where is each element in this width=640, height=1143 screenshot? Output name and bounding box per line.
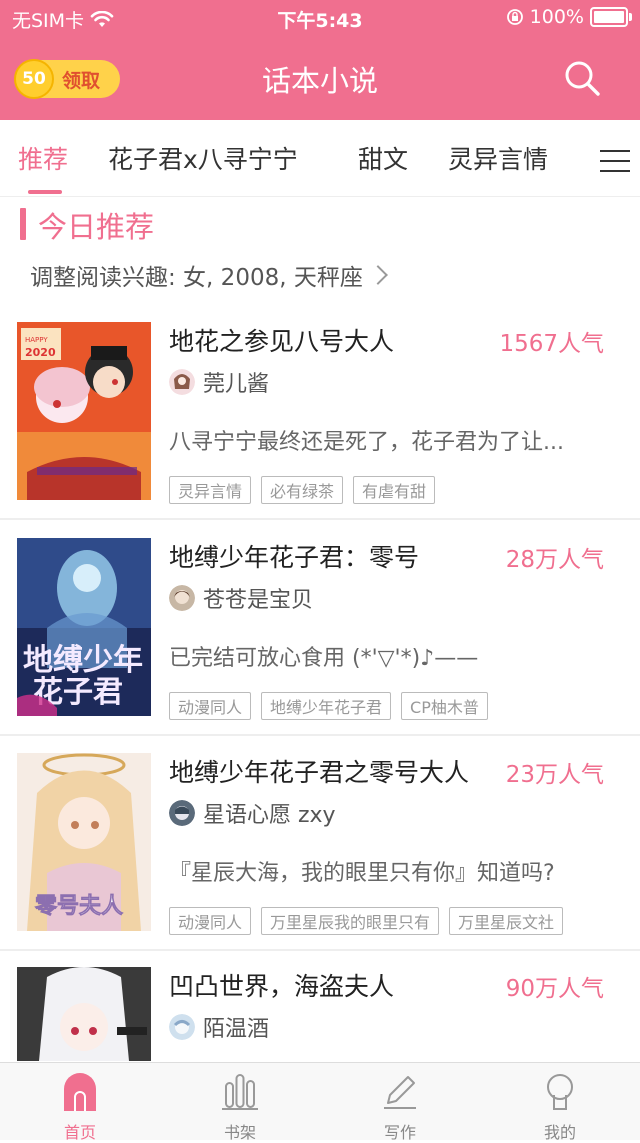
top-bar: 无SIM卡 下午5:43 100% 50 领取 话本小说 — [0, 0, 640, 120]
menu-icon[interactable] — [600, 148, 630, 174]
section-title: 今日推荐 — [38, 210, 155, 244]
nav-write[interactable]: 写作 — [350, 1071, 450, 1143]
tag[interactable]: 有虐有甜 — [353, 476, 436, 504]
author-name: 星语心愿 zxy — [203, 803, 336, 828]
divider — [0, 518, 640, 520]
tag[interactable]: 动漫同人 — [169, 692, 252, 720]
battery-percent: 100% — [529, 6, 584, 28]
tag[interactable]: 动漫同人 — [169, 907, 252, 935]
home-icon — [64, 1073, 96, 1111]
tag-list: 动漫同人 地缚少年花子君 CP柚木普 — [169, 692, 488, 720]
book-description: 已完结可放心食用 (*'▽'*)♪—— — [169, 646, 479, 671]
book-card[interactable]: 地缚少年 花子君 地缚少年花子君：零号 28万人气 苍苍是宝贝 已完结可放心食用… — [0, 538, 640, 720]
nav-label: 首页 — [63, 1123, 96, 1142]
tab-recommend[interactable]: 推荐 — [18, 140, 68, 176]
author-avatar — [169, 1014, 195, 1040]
tag[interactable]: 万里星辰文社 — [449, 907, 564, 935]
orientation-lock-icon — [506, 9, 523, 25]
popularity-count: 28万人气 — [505, 547, 604, 573]
svg-text:HAPPY: HAPPY — [25, 336, 48, 344]
author-avatar — [169, 800, 195, 826]
app-title: 话本小说 — [261, 64, 378, 98]
author-info[interactable]: 星语心愿 zxy — [169, 797, 336, 829]
popularity-count: 90万人气 — [505, 976, 604, 1002]
book-title[interactable]: 地缚少年花子君之零号大人 — [169, 753, 469, 789]
book-title[interactable]: 地花之参见八号大人 — [169, 322, 394, 358]
divider — [0, 949, 640, 951]
tag-list: 动漫同人 万里星辰我的眼里只有 万里星辰文社 — [169, 907, 564, 935]
active-tab-indicator — [28, 190, 62, 194]
book-cover[interactable]: 零号夫人 — [17, 753, 151, 931]
popularity-count: 1567人气 — [499, 331, 604, 357]
chevron-right-icon — [367, 265, 388, 285]
svg-text:地缚少年: 地缚少年 — [23, 643, 143, 678]
popularity-count: 23万人气 — [505, 762, 604, 788]
author-name: 莞儿酱 — [203, 372, 270, 397]
book-description: 八寻宁宁最终还是死了，花子君为了让... — [169, 430, 564, 455]
tab-hanako-nene[interactable]: 花子君x八寻宁宁 — [108, 140, 298, 176]
author-avatar — [169, 369, 195, 395]
book-title[interactable]: 凹凸世界，海盗夫人 — [169, 967, 394, 1003]
pen-icon — [384, 1076, 416, 1109]
tag[interactable]: 必有绿茶 — [261, 476, 344, 504]
nav-label: 我的 — [543, 1123, 576, 1142]
divider — [0, 734, 640, 736]
tag[interactable]: 灵异言情 — [169, 476, 252, 504]
category-tabs: 推荐 花子君x八寻宁宁 甜文 灵异言情 — [0, 120, 640, 197]
tag[interactable]: CP柚木普 — [401, 692, 488, 720]
nav-label: 写作 — [383, 1123, 416, 1142]
book-cover[interactable] — [17, 967, 151, 1061]
author-info[interactable]: 陌温酒 — [169, 1011, 269, 1043]
interest-label: 调整阅读兴趣: 女, 2008, 天秤座 — [30, 265, 363, 291]
tag-list: 灵异言情 必有绿茶 有虐有甜 — [169, 476, 436, 504]
tab-sweet[interactable]: 甜文 — [358, 140, 408, 176]
book-title[interactable]: 地缚少年花子君：零号 — [169, 538, 419, 574]
svg-text:2020: 2020 — [25, 346, 56, 359]
book-card[interactable]: 零号夫人 地缚少年花子君之零号大人 23万人气 星语心愿 zxy 『星辰大海，我… — [0, 753, 640, 935]
adjust-interest-link[interactable]: 调整阅读兴趣: 女, 2008, 天秤座 — [30, 258, 388, 292]
search-icon[interactable] — [562, 58, 602, 98]
author-avatar — [169, 585, 195, 611]
status-bar: 无SIM卡 下午5:43 100% — [0, 0, 640, 36]
author-info[interactable]: 莞儿酱 — [169, 366, 269, 398]
nav-label: 书架 — [223, 1123, 256, 1142]
book-cover[interactable]: HAPPY 2020 — [17, 322, 151, 500]
profile-icon — [547, 1074, 573, 1110]
nav-bookshelf[interactable]: 书架 — [190, 1071, 290, 1143]
nav-profile[interactable]: 我的 — [510, 1071, 610, 1143]
tag[interactable]: 万里星辰我的眼里只有 — [261, 907, 440, 935]
author-name: 苍苍是宝贝 — [203, 588, 314, 613]
book-card[interactable]: 凹凸世界，海盗夫人 90万人气 陌温酒 — [0, 967, 640, 1061]
book-description: 『星辰大海，我的眼里只有你』知道吗? — [169, 861, 555, 886]
author-name: 陌温酒 — [203, 1017, 270, 1042]
author-info[interactable]: 苍苍是宝贝 — [169, 582, 313, 614]
bottom-nav: 首页 书架 写作 我的 — [0, 1062, 640, 1143]
battery-icon — [590, 7, 632, 27]
bookshelf-icon — [222, 1074, 258, 1110]
book-card[interactable]: HAPPY 2020 地花之参见八号大人 1567人气 莞儿酱 八寻宁宁最终还是… — [0, 322, 640, 504]
section-accent-bar — [20, 208, 26, 240]
book-cover[interactable]: 地缚少年 花子君 — [17, 538, 151, 716]
svg-text:零号夫人: 零号夫人 — [34, 893, 123, 919]
app-header: 50 领取 话本小说 — [0, 36, 640, 120]
nav-home[interactable]: 首页 — [30, 1071, 130, 1143]
tag[interactable]: 地缚少年花子君 — [261, 692, 392, 720]
tab-supernatural-romance[interactable]: 灵异言情 — [448, 140, 548, 176]
